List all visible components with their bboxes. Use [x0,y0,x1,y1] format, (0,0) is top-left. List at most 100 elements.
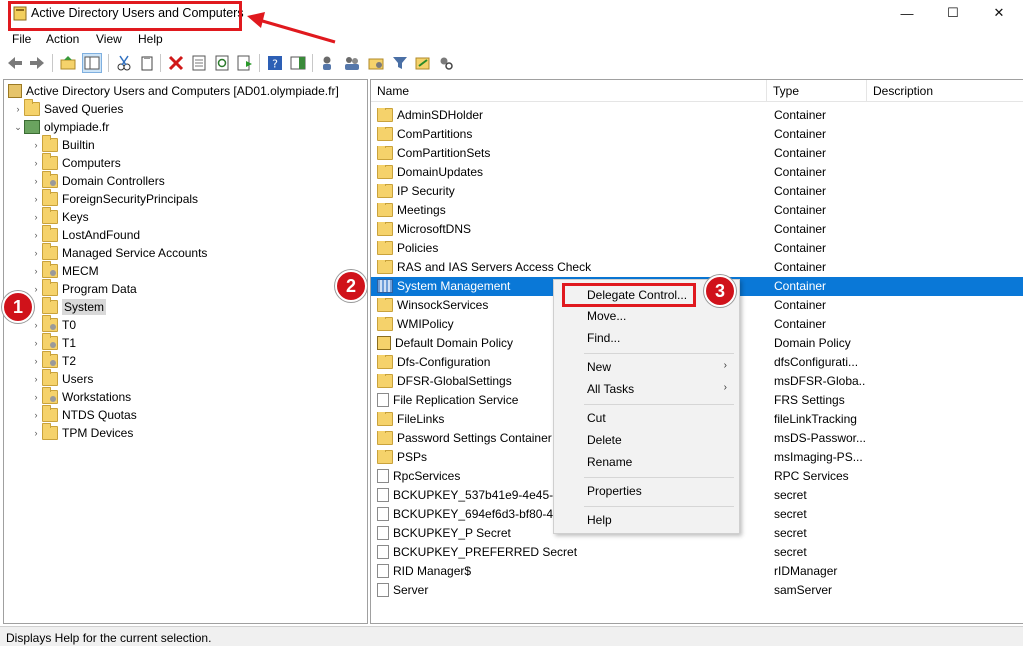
menu-action[interactable]: Action [46,32,79,46]
add-to-group-icon[interactable] [413,53,433,73]
tree-item-domain[interactable]: ⌄ olympiade.fr [12,118,109,136]
back-icon[interactable] [5,53,25,73]
new-group-icon[interactable] [342,53,362,73]
list-item[interactable]: Server samServer [371,581,1023,600]
chevron-right-icon[interactable]: › [30,248,42,258]
tree-item-foreign-security-principals[interactable]: › ForeignSecurityPrincipals [30,189,198,208]
menu-item-help[interactable]: Help [587,513,612,527]
forward-icon[interactable] [27,53,47,73]
close-button[interactable]: ✕ [976,0,1022,26]
folder-icon [377,165,393,179]
tree-item-lost-and-found[interactable]: › LostAndFound [30,225,140,244]
tree-item-ntds-quotas[interactable]: › NTDS Quotas [30,405,137,424]
chevron-right-icon[interactable]: › [30,230,42,240]
tree-item-keys[interactable]: › Keys [30,207,89,226]
ou-folder-icon [42,351,58,368]
menu-item-rename[interactable]: Rename [587,455,632,469]
folder-icon [377,222,393,236]
menu-item-new[interactable]: New [587,360,611,374]
list-item-type: Container [774,146,827,160]
copy-icon[interactable] [137,53,157,73]
tree-item-managed-service-accounts[interactable]: › Managed Service Accounts [30,243,207,262]
export-list-icon[interactable] [235,53,255,73]
list-item-type: msDS-Passwor... [774,431,866,445]
tree-item-mecm[interactable]: › MECM [30,261,99,280]
column-header-name[interactable]: Name [371,80,767,102]
chevron-right-icon[interactable]: › [30,194,42,204]
list-item[interactable]: DomainUpdates Container [371,163,1023,182]
list-item[interactable]: BCKUPKEY_PREFERRED Secret secret [371,543,1023,562]
column-header-description[interactable]: Description [867,80,1023,102]
menu-view[interactable]: View [96,32,122,46]
folder-icon [42,135,58,152]
list-item-name: RAS and IAS Servers Access Check [377,260,767,274]
list-item[interactable]: Policies Container [371,239,1023,258]
tree-item-t1[interactable]: › T1 [30,333,76,352]
chevron-right-icon[interactable]: › [30,374,42,384]
menu-item-properties[interactable]: Properties [587,484,642,498]
list-item[interactable]: Meetings Container [371,201,1023,220]
tree-item-builtin[interactable]: › Builtin [30,135,95,154]
chevron-right-icon[interactable]: › [30,338,42,348]
list-item[interactable]: ComPartitionSets Container [371,144,1023,163]
step-badge-1: 1 [2,291,34,323]
chevron-right-icon[interactable]: › [30,284,42,294]
chevron-right-icon[interactable]: › [30,356,42,366]
tree-item-system[interactable]: System [30,297,107,316]
list-item[interactable]: MicrosoftDNS Container [371,220,1023,239]
list-item-type: FRS Settings [774,393,845,407]
maximize-button[interactable]: ☐ [930,0,976,26]
tree-item-tpm-devices[interactable]: › TPM Devices [30,423,133,442]
chevron-right-icon[interactable]: › [30,176,42,186]
list-item[interactable]: IP Security Container [371,182,1023,201]
cut-icon[interactable] [114,53,134,73]
menu-item-delete[interactable]: Delete [587,433,622,447]
menu-help[interactable]: Help [138,32,163,46]
menu-item-find[interactable]: Find... [587,331,620,345]
tree-item-t2[interactable]: › T2 [30,351,76,370]
help-icon[interactable]: ? [265,53,285,73]
new-ou-icon[interactable] [366,53,386,73]
show-console-tree-icon[interactable] [82,53,102,73]
up-folder-icon[interactable] [58,53,78,73]
chevron-right-icon[interactable]: › [30,266,42,276]
action-pane-icon[interactable] [288,53,308,73]
tree-item-program-data[interactable]: › Program Data [30,279,137,298]
tree-item-t0[interactable]: › T0 [30,315,76,334]
menu-file[interactable]: File [12,32,31,46]
list-item[interactable]: AdminSDHolder Container [371,106,1023,125]
menu-item-move[interactable]: Move... [587,309,626,323]
minimize-button[interactable]: — [884,0,930,26]
menu-item-cut[interactable]: Cut [587,411,606,425]
list-item[interactable]: RID Manager$ rIDManager [371,562,1023,581]
list-item-name-text: WMIPolicy [397,317,454,331]
list-item[interactable]: RAS and IAS Servers Access Check Containe… [371,258,1023,277]
chevron-right-icon[interactable]: › [12,104,24,114]
chevron-right-icon[interactable]: › [30,140,42,150]
delete-icon[interactable] [166,53,186,73]
new-user-icon[interactable] [318,53,338,73]
tree-root[interactable]: Active Directory Users and Computers [AD… [8,82,339,100]
list-item-name-text: DomainUpdates [397,165,484,179]
tree-item-computers[interactable]: › Computers [30,153,121,172]
chevron-right-icon[interactable]: › [30,320,42,330]
filter-icon[interactable] [390,53,410,73]
column-header-type[interactable]: Type [767,80,867,102]
chevron-right-icon[interactable]: › [30,392,42,402]
menu-bar: File Action View Help [0,30,1023,48]
chevron-right-icon[interactable]: › [30,158,42,168]
find-objects-icon[interactable] [436,53,456,73]
tree-item-domain-controllers[interactable]: › Domain Controllers [30,171,165,190]
properties-icon[interactable] [189,53,209,73]
folder-icon [42,243,58,260]
menu-item-all-tasks[interactable]: All Tasks [587,382,634,396]
chevron-down-icon[interactable]: ⌄ [12,122,24,133]
chevron-right-icon[interactable]: › [30,212,42,222]
tree-item-workstations[interactable]: › Workstations [30,387,131,406]
chevron-right-icon[interactable]: › [30,410,42,420]
refresh-icon[interactable] [212,53,232,73]
chevron-right-icon[interactable]: › [30,428,42,438]
tree-item-users[interactable]: › Users [30,369,93,388]
tree-item-saved-queries[interactable]: › Saved Queries [12,99,123,118]
list-item[interactable]: ComPartitions Container [371,125,1023,144]
